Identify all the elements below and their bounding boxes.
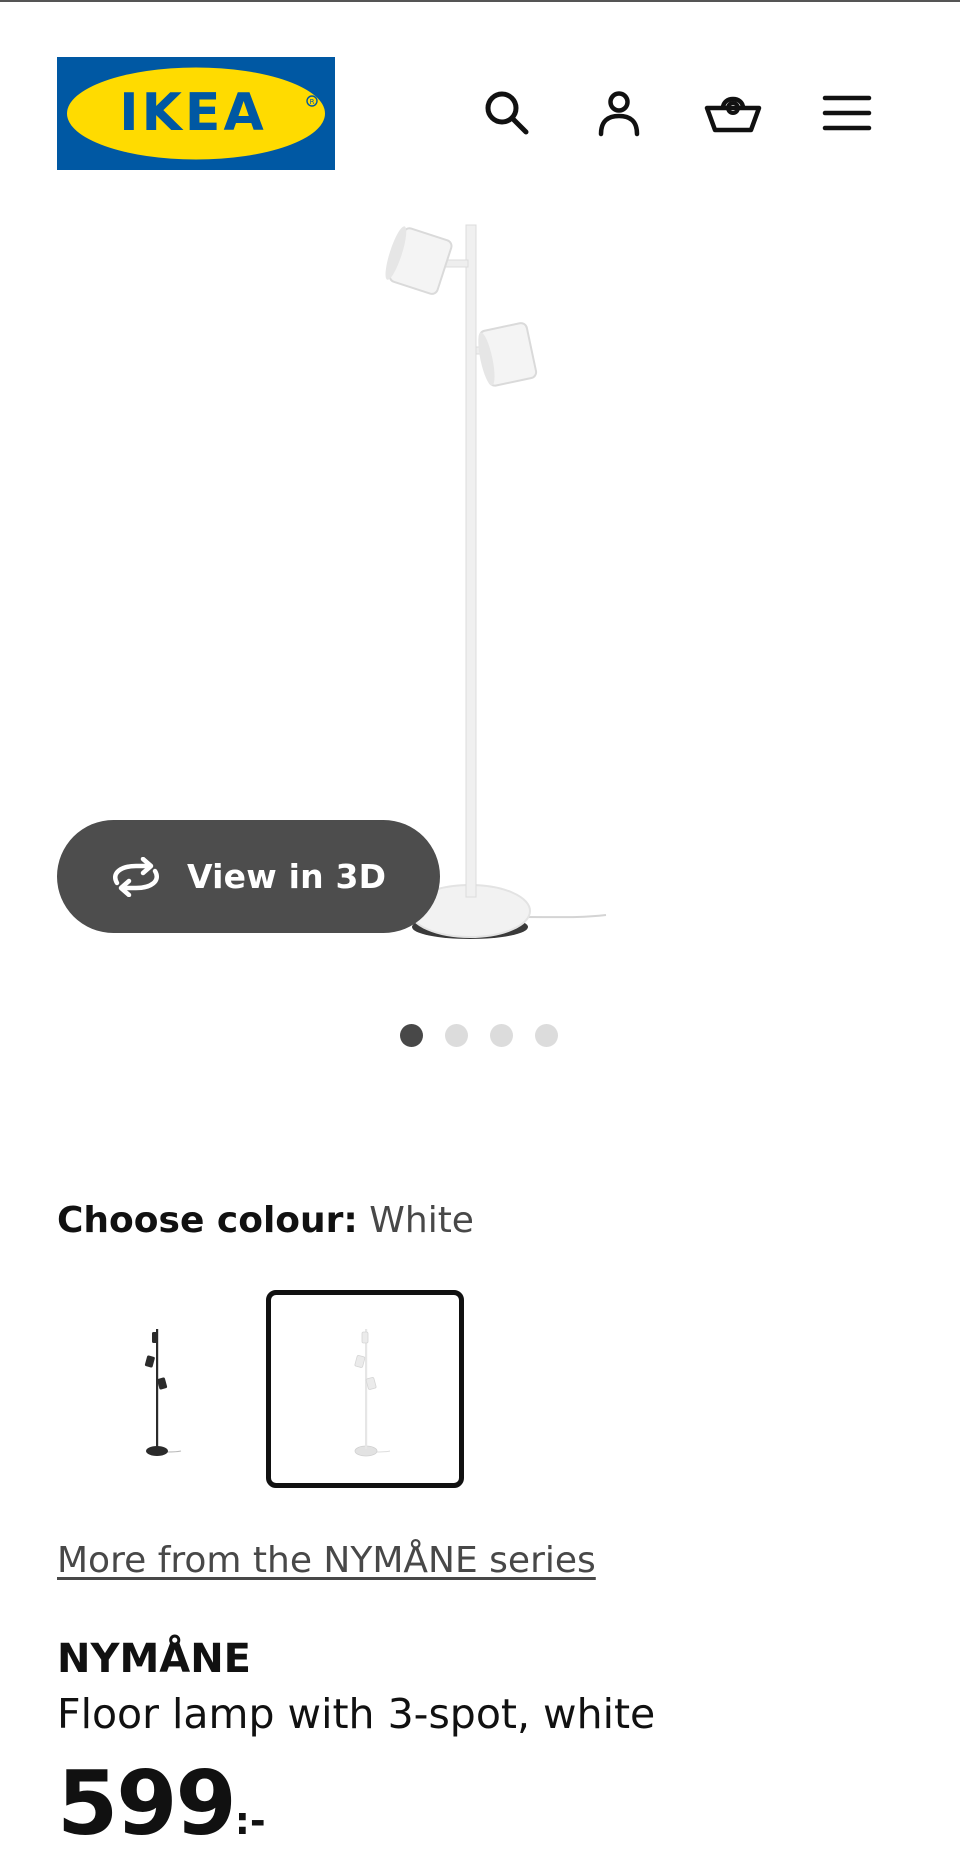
menu-icon: [822, 95, 872, 131]
black-lamp-thumbnail: [144, 1329, 182, 1456]
product-price: 599:-: [57, 1760, 266, 1848]
carousel-indicators: [400, 1024, 558, 1047]
top-divider: [0, 0, 960, 2]
carousel-dot-3[interactable]: [490, 1024, 513, 1047]
user-icon: [598, 91, 640, 137]
series-link[interactable]: More from the NYMÅNE series: [57, 1540, 596, 1581]
profile-button[interactable]: [586, 80, 652, 146]
ikea-logo-mark: IKEA R: [67, 67, 325, 160]
colour-option-black[interactable]: [57, 1290, 255, 1488]
product-name: NYMÅNE: [57, 1636, 252, 1682]
colour-label: Choose colour:: [57, 1200, 358, 1241]
svg-text:R: R: [310, 98, 315, 106]
carousel-dot-1[interactable]: [400, 1024, 423, 1047]
white-lamp-thumbnail: [354, 1329, 391, 1457]
colour-selected-value: White: [369, 1200, 474, 1241]
product-page: IKEA R View in 3D Choose colour: White M…: [0, 0, 960, 1870]
carousel-dot-2[interactable]: [445, 1024, 468, 1047]
colour-option-white[interactable]: [266, 1290, 464, 1488]
colour-chooser-heading: Choose colour: White: [57, 1200, 474, 1241]
basket-icon: [704, 96, 762, 133]
price-amount: 599: [57, 1752, 237, 1855]
basket-button[interactable]: [700, 80, 766, 146]
ikea-logo[interactable]: IKEA R: [57, 57, 335, 170]
menu-button[interactable]: [814, 80, 880, 146]
view-in-3d-label: View in 3D: [187, 857, 387, 896]
product-description: Floor lamp with 3-spot, white: [57, 1690, 656, 1738]
carousel-dot-4[interactable]: [535, 1024, 558, 1047]
price-suffix: :-: [234, 1799, 266, 1843]
view-in-3d-button[interactable]: View in 3D: [57, 820, 440, 933]
search-icon: [485, 91, 529, 135]
logo-text: IKEA: [119, 83, 266, 143]
rotate-3d-icon: [113, 856, 159, 897]
search-button[interactable]: [474, 80, 540, 146]
